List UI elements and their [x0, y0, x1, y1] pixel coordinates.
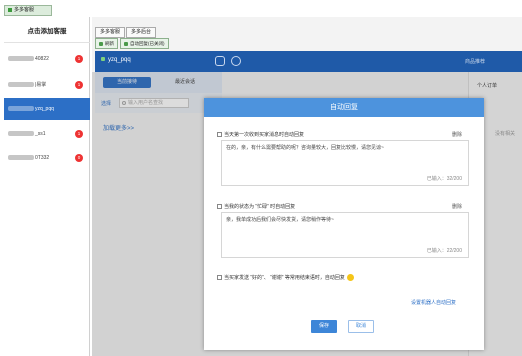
contact-item[interactable]: |易掌 1: [4, 74, 90, 96]
rule2-char-count: 已输入：22/200: [426, 248, 462, 254]
toolbar: 刷新 自动回复(已关闭): [95, 38, 171, 49]
unread-badge: 1: [75, 130, 83, 138]
app-tab-label: 多多客服: [14, 7, 35, 13]
robot-auto-reply-link[interactable]: 设置机器人自动回复: [411, 299, 456, 306]
chat-user-name: yzq_pqq: [101, 57, 131, 63]
rule3-row: 当买家发送 “好的”、 “谢谢” 等常用结束语时，自动回复: [217, 274, 354, 282]
rule2-textarea[interactable]: 亲，我单成功后我们会尽快发货，请您稍作等待~ 已输入：22/200: [221, 212, 469, 258]
add-service-button[interactable]: 点击添加客服: [4, 21, 90, 43]
contact-item[interactable]: _ss1 1: [4, 123, 90, 145]
refresh-icon: [99, 41, 103, 46]
rule1-char-count: 已输入：32/200: [426, 176, 462, 182]
tab-duoduo-service[interactable]: 多多客服: [95, 27, 126, 38]
auto-reply-icon: [124, 41, 128, 46]
blurred-name: [8, 155, 34, 161]
rule3-checkbox[interactable]: [217, 275, 222, 281]
blurred-name: [8, 131, 34, 137]
rule1-checkbox[interactable]: [217, 132, 222, 138]
sidebar: 点击添加客服 40822 1 |易掌 1 yzq_pqq _ss1 1 0T332 0: [4, 17, 90, 356]
rule1-row: 当天第一次收到买家消息时自动回复: [217, 131, 304, 138]
save-button[interactable]: 保存: [311, 320, 337, 333]
rule2-row: 当我的状态为 “忙碌” 时自动回复: [217, 203, 295, 210]
blurred-name: [8, 56, 34, 62]
settings-icon[interactable]: [231, 56, 241, 66]
app-icon: [8, 7, 12, 12]
refresh-button[interactable]: 刷新: [95, 38, 118, 49]
blurred-name: [8, 106, 34, 112]
app-tab[interactable]: 多多客服: [4, 5, 52, 16]
online-icon: [101, 57, 105, 61]
contact-item[interactable]: 0T332 0: [4, 147, 90, 169]
tab-bar: 多多客服 多多后台: [95, 27, 157, 38]
tab-duoduo-backend[interactable]: 多多后台: [126, 27, 157, 38]
auto-reply-button[interactable]: 自动回复(已关闭): [120, 38, 169, 49]
contact-item-active[interactable]: yzq_pqq: [4, 98, 90, 120]
rule2-delete-button[interactable]: 删除: [452, 203, 462, 210]
rule1-textarea[interactable]: 在的，亲，有什么需要帮助的呢？咨询量较大，回复比较慢，请您见谅~ 已输入：32/…: [221, 140, 469, 186]
rule2-checkbox[interactable]: [217, 204, 222, 210]
unread-badge: 0: [75, 154, 83, 162]
unread-badge: 1: [75, 55, 83, 63]
smile-emoji-icon: [346, 274, 354, 282]
product-recommend-link[interactable]: 商品推荐: [465, 58, 485, 65]
dialog-title: 自动回复: [204, 98, 484, 117]
rule1-delete-button[interactable]: 删除: [452, 131, 462, 138]
unread-badge: 1: [75, 81, 83, 89]
contact-item[interactable]: 40822 1: [4, 48, 90, 70]
chat-header: yzq_pqq 商品推荐: [95, 51, 522, 72]
blurred-name: [8, 82, 34, 88]
auto-reply-dialog: 自动回复 当天第一次收到买家消息时自动回复 删除 在的，亲，有什么需要帮助的呢？…: [204, 98, 484, 350]
cancel-button[interactable]: 取消: [348, 320, 374, 333]
message-icon[interactable]: [215, 56, 225, 66]
